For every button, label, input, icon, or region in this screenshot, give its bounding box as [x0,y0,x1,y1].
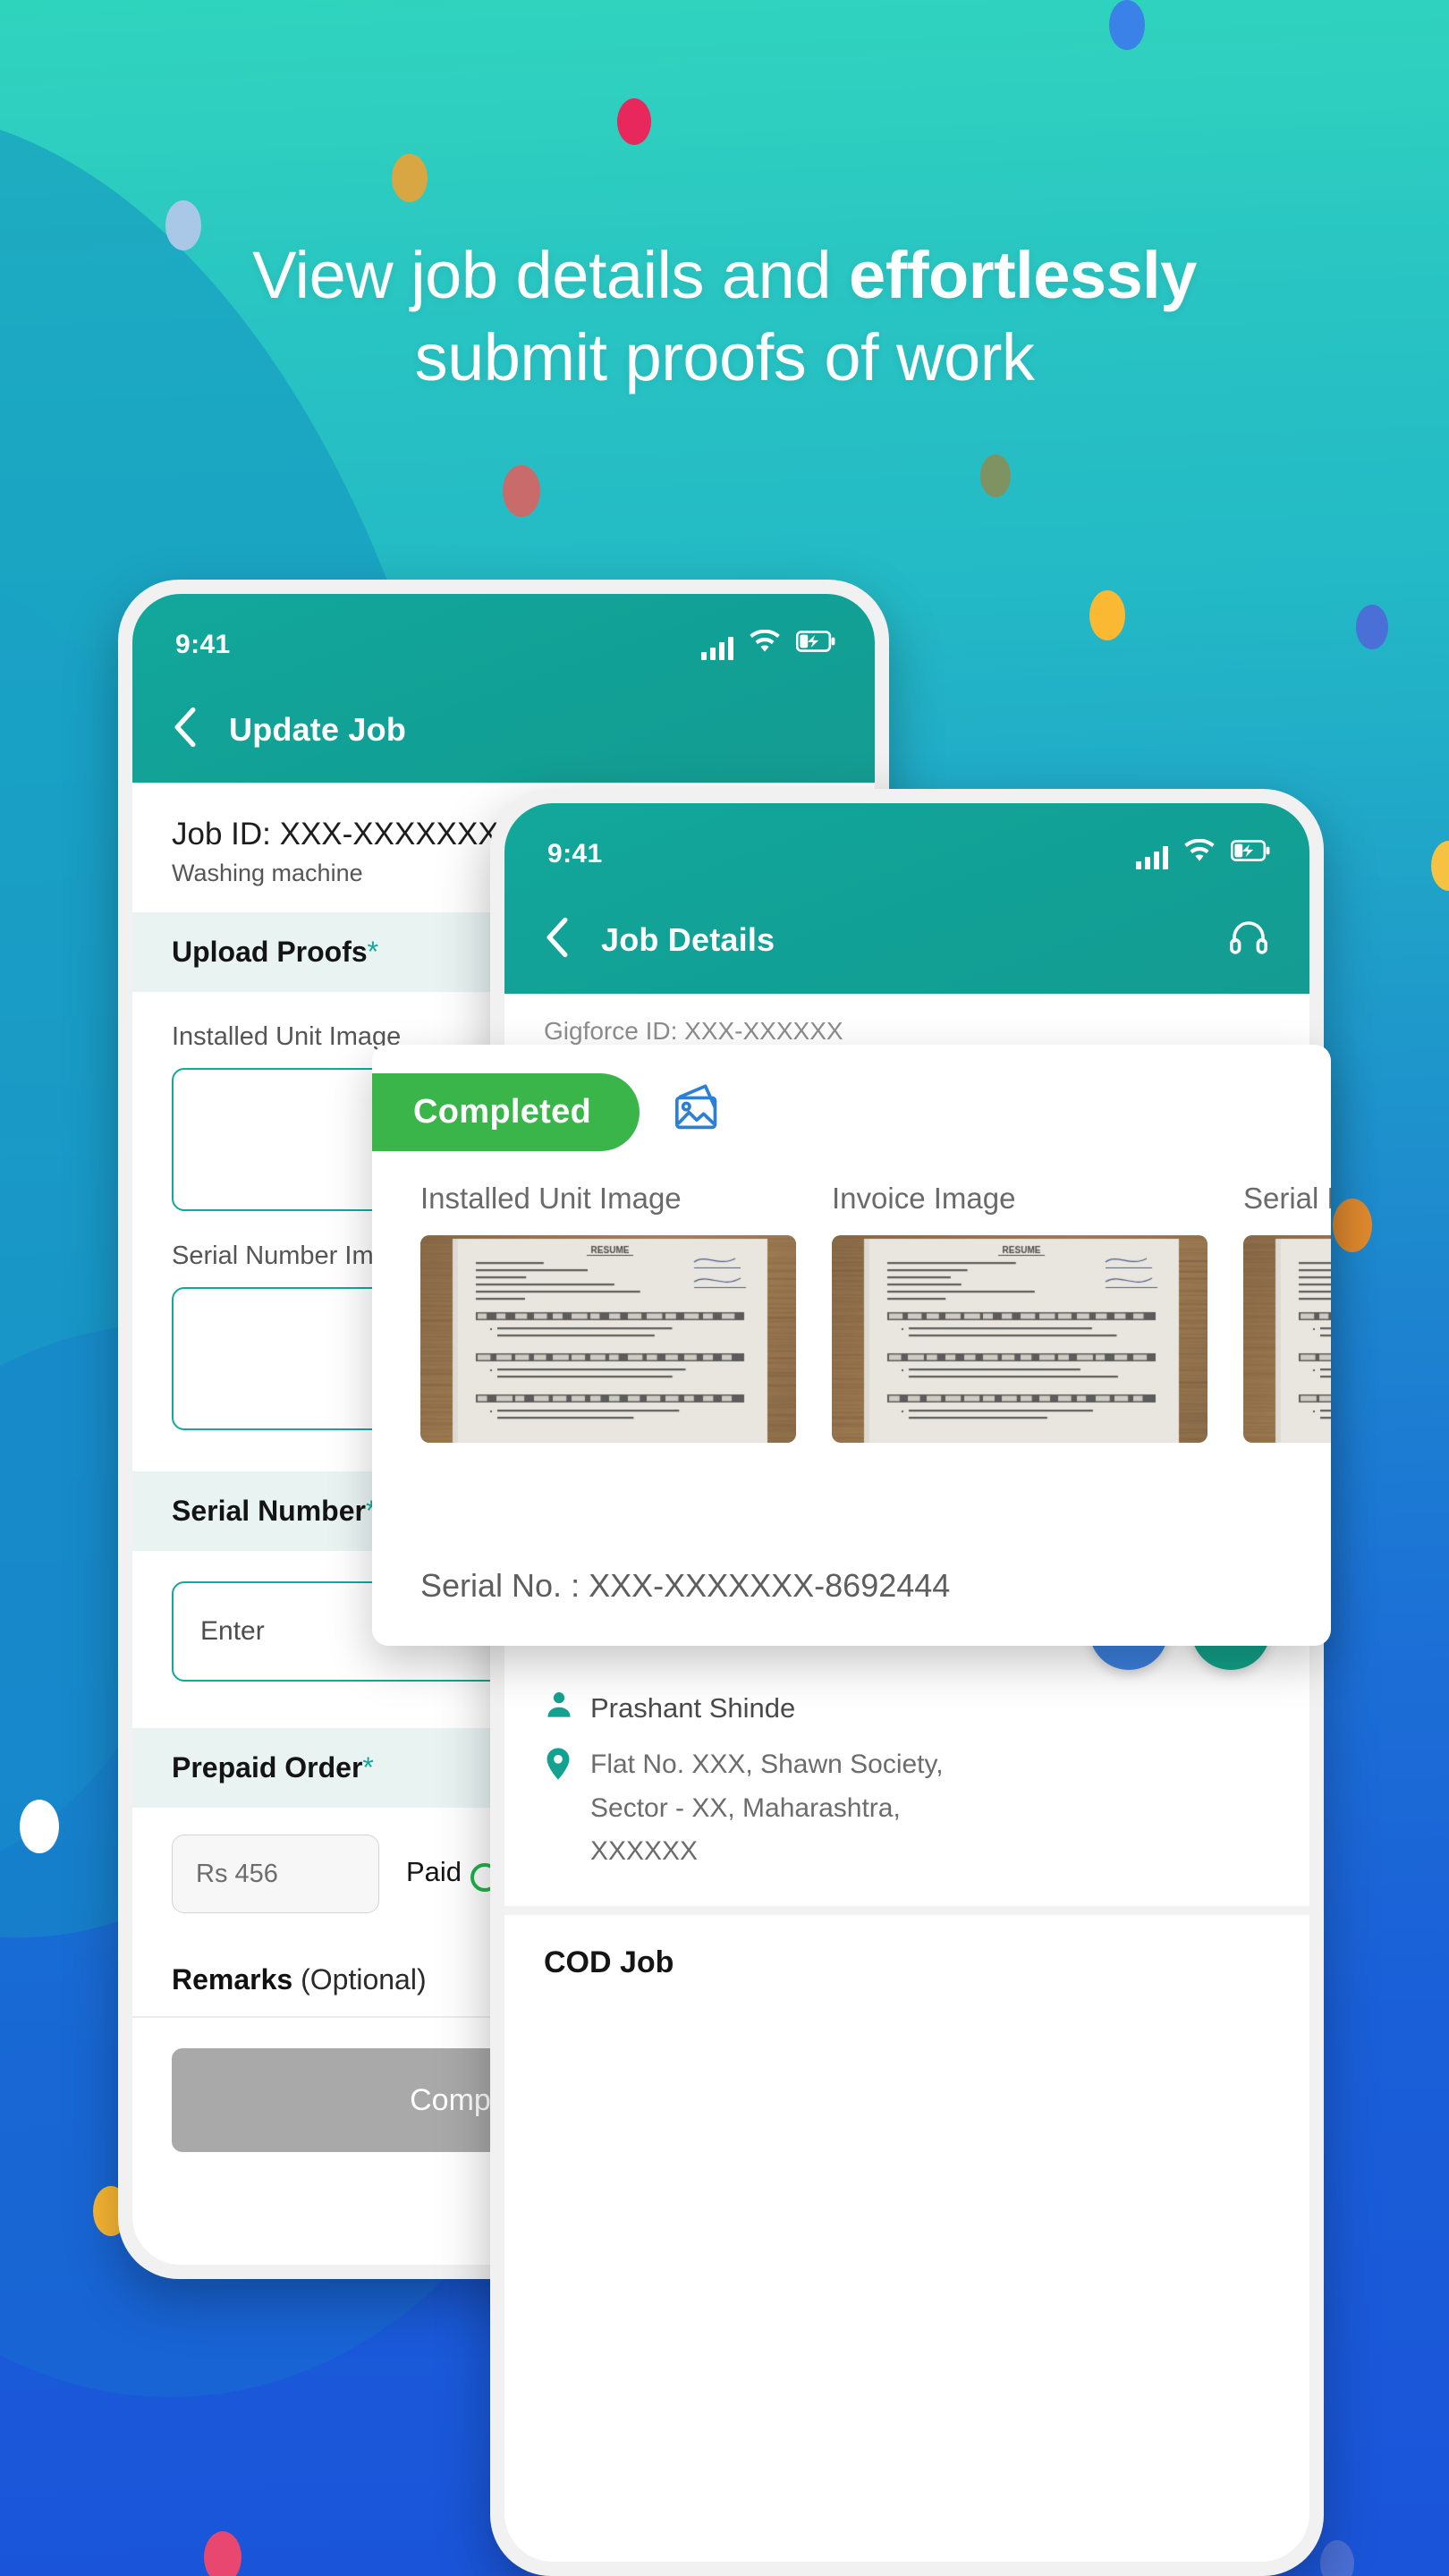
proof-columns: Installed Unit Image Invoice Image Seria… [372,1151,1331,1443]
app-header-right: 9:41 Job Details [504,803,1309,994]
proof-title: Invoice Image [832,1182,1208,1216]
battery-charging-icon [796,630,835,660]
proof-title: Serial Number Image [1243,1182,1331,1216]
proof-column: Serial Number Image [1243,1182,1331,1443]
upload-proofs-title: Upload Proofs [172,936,368,968]
dot-gold [392,154,428,202]
document-photo [832,1235,1208,1443]
chevron-left-icon[interactable] [544,917,571,962]
gigforce-id-text: Gigforce ID: XXX-XXXXXX [544,1017,1270,1046]
nav-title-update-job: Update Job [229,711,406,749]
wifi-icon [750,630,780,660]
signal-bars-icon [1136,846,1168,869]
dot-rose [503,465,540,517]
remarks-label-bold: Remarks [172,1963,301,1996]
battery-charging-icon [1231,839,1270,869]
prepaid-order-title: Prepaid Order [172,1751,362,1784]
signal-bars-icon [701,637,733,660]
status-time: 9:41 [175,630,231,660]
dot-indigo [1356,605,1388,649]
serial-number-placeholder: Enter [200,1616,265,1647]
required-mark: * [362,1751,373,1784]
customer-address-row: Flat No. XXX, Shawn Society, Sector - XX… [544,1743,1270,1874]
headline-line1-normal: View job details and [252,238,849,312]
location-pin-icon [544,1743,590,1874]
proof-column: Installed Unit Image [420,1182,796,1443]
proof-thumbnail-invoice[interactable] [832,1235,1208,1443]
headline-line1-bold: effortlessly [849,238,1197,312]
paid-option[interactable]: Paid [406,1856,499,1892]
customer-name: Prashant Shinde [590,1692,795,1724]
prepaid-amount-field[interactable]: Rs 456 [172,1835,379,1913]
app-header-left: 9:41 Update Job [132,594,875,783]
prepaid-amount-value: Rs 456 [196,1860,278,1889]
proof-serial-number: Serial No. : XXX-XXXXXXX-8692444 [420,1567,950,1605]
address-line: XXXXXX [590,1830,944,1874]
page-title: View job details and effortlessly submit… [0,234,1449,399]
dot-olive [980,454,1011,497]
serial-number-title: Serial Number [172,1495,366,1527]
status-time: 9:41 [547,839,603,869]
dot-pink [617,98,651,145]
proof-preview-card: Completed Installed Unit Image Invoice I… [372,1045,1331,1646]
chevron-left-icon[interactable] [172,707,199,752]
wifi-icon [1184,839,1215,869]
proof-title: Installed Unit Image [420,1182,796,1216]
proof-card-header: Completed [372,1045,1331,1151]
status-bar-left: 9:41 [132,594,875,660]
customer-name-row: Prashant Shinde [544,1690,1270,1727]
proof-thumbnail-serial-number[interactable] [1243,1235,1331,1443]
nav-title-job-details: Job Details [601,921,775,959]
headline-line2: submit proofs of work [415,320,1035,394]
dot-orange [1333,1199,1372,1252]
document-photo [1243,1235,1331,1443]
address-line: Sector - XX, Maharashtra, [590,1787,944,1831]
address-line: Flat No. XXX, Shawn Society, [590,1743,944,1787]
nav-bar-right: Job Details [504,869,1309,994]
dot-blue-top [1109,0,1145,50]
remarks-label-optional: (Optional) [301,1963,427,1996]
nav-bar-left: Update Job [132,660,875,783]
cod-job-title: COD Job [544,1945,1270,1980]
dot-pink-bottom [204,2531,242,2576]
proof-thumbnail-installed-unit[interactable] [420,1235,796,1443]
cod-job-card: COD Job [504,1915,1309,2012]
image-gallery-icon[interactable] [670,1082,729,1142]
proof-column: Invoice Image [832,1182,1208,1443]
customer-address: Flat No. XXX, Shawn Society, Sector - XX… [590,1743,944,1874]
person-icon [544,1690,590,1727]
dot-yellow-r [1089,590,1125,640]
required-mark: * [368,936,378,968]
paid-label: Paid [406,1856,462,1887]
status-bar-right: 9:41 [504,803,1309,869]
document-photo [420,1235,796,1443]
dot-white [20,1800,59,1853]
status-badge-completed: Completed [372,1073,640,1151]
headset-icon[interactable] [1227,916,1270,963]
